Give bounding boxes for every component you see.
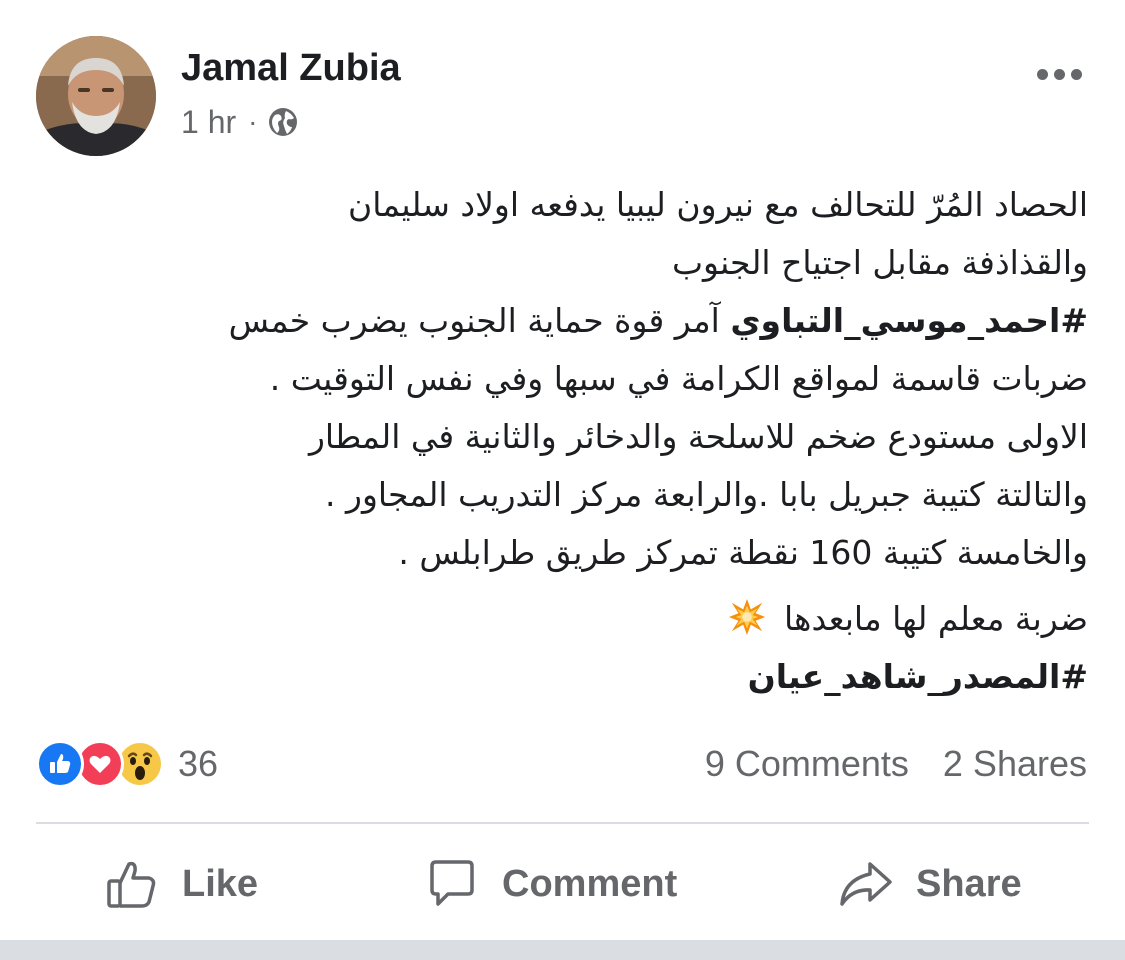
like-label: Like	[182, 862, 259, 905]
comments-count[interactable]: 9 Comments	[705, 743, 909, 785]
hashtag-link[interactable]: #المصدر_شاهد_عيان	[748, 657, 1088, 696]
post-line-4: ضربات قاسمة لمواقع الكرامة في سبها وفي ن…	[269, 359, 1088, 398]
collision-icon	[728, 598, 765, 636]
avatar[interactable]	[36, 36, 156, 156]
like-button[interactable]: Like	[104, 852, 258, 916]
post-line-7: والخامسة كتيبة 160 نقطة تمركز طريق طرابل…	[398, 533, 1088, 572]
like-icon	[36, 740, 84, 788]
share-arrow-icon	[840, 862, 892, 906]
share-label: Share	[916, 862, 1022, 905]
comment-button[interactable]: Comment	[424, 852, 677, 916]
post-line-1: الحصاد المُرّ للتحالف مع نيرون ليبيا يدف…	[348, 185, 1088, 224]
post-line-8-text: ضربة معلم لها مابعدها	[784, 599, 1088, 638]
engagement-stats: 9 Comments 2 Shares	[705, 736, 1087, 792]
post-line-3: #احمد_موسي_التباوي آمر قوة حماية الجنوب …	[88, 292, 1088, 350]
author-name[interactable]: Jamal Zubia	[181, 44, 401, 92]
shares-count[interactable]: 2 Shares	[943, 743, 1087, 785]
post-line-6: والتالتة كتيبة جبريل بابا .والرابعة مركز…	[325, 475, 1088, 514]
globe-icon[interactable]	[267, 106, 299, 138]
feed-separator	[0, 940, 1125, 960]
post-meta: 1 hr ·	[181, 100, 299, 144]
divider	[36, 822, 1089, 824]
post-line-9: #المصدر_شاهد_عيان	[88, 648, 1088, 706]
post-line-5: الاولى مستودع ضخم للاسلحة والدخائر والثا…	[309, 417, 1088, 456]
more-horizontal-icon	[1036, 68, 1048, 80]
reaction-count[interactable]: 36	[178, 743, 218, 785]
avatar-photo	[36, 36, 156, 156]
facebook-post: Jamal Zubia 1 hr · الحصاد المُرّ للتحالف…	[0, 0, 1125, 940]
meta-separator: ·	[248, 106, 258, 137]
comment-label: Comment	[502, 862, 678, 905]
post-line-3-text: آمر قوة حماية الجنوب يضرب خمس	[228, 301, 720, 340]
share-button[interactable]: Share	[838, 852, 1022, 916]
comment-icon	[430, 860, 474, 906]
post-time[interactable]: 1 hr	[181, 104, 236, 141]
post-line-2: والقذاذفة مقابل اجتياح الجنوب	[671, 243, 1088, 282]
post-text: الحصاد المُرّ للتحالف مع نيرون ليبيا يدف…	[88, 176, 1088, 706]
post-line-8: ضربة معلم لها مابعدها	[88, 590, 1088, 648]
hashtag-link[interactable]: #احمد_موسي_التباوي	[730, 301, 1088, 340]
reactions-summary[interactable]: 36	[36, 736, 218, 792]
thumbs-up-icon	[107, 861, 156, 908]
more-options-button[interactable]	[1029, 56, 1089, 92]
